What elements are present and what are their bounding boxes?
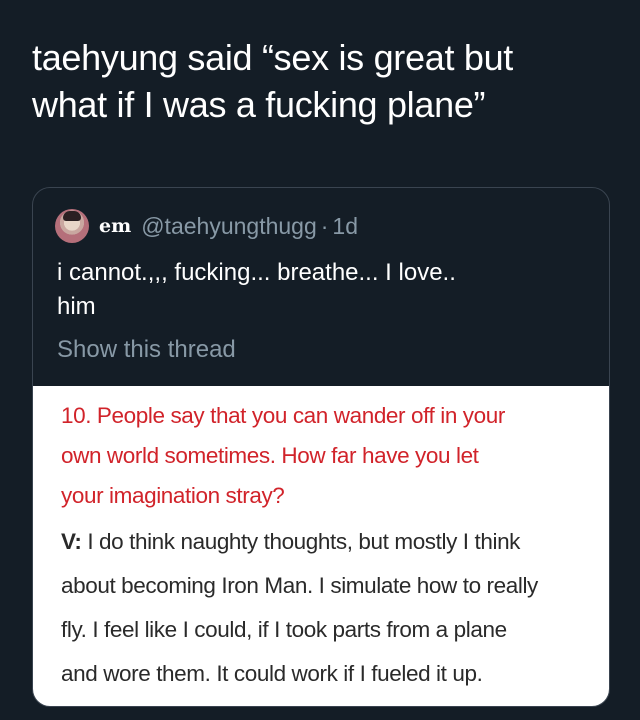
show-thread-link[interactable]: Show this thread — [57, 336, 236, 364]
tweet-text: taehyung said “sex is great but what if … — [32, 34, 612, 128]
separator-dot: · — [320, 212, 329, 239]
timestamp[interactable]: 1d — [332, 213, 358, 240]
tweet-text-line-2: what if I was a fucking plane” — [32, 84, 486, 125]
quoted-tweet-card[interactable]: em @taehyungthugg · 1d i cannot.,,, fuck… — [32, 187, 610, 707]
tweet-page: taehyung said “sex is great but what if … — [0, 0, 640, 720]
quoted-tweet-header: em @taehyungthugg · 1d — [55, 208, 358, 244]
answer-speaker: V: — [61, 529, 82, 554]
quoted-tweet-text-line-1: i cannot.,,, fucking... breathe... I lov… — [57, 259, 456, 286]
attached-image[interactable]: 10. People say that you can wander off i… — [33, 386, 609, 706]
answer-line: about becoming Iron Man. I simulate how … — [61, 573, 538, 598]
interview-question: 10. People say that you can wander off i… — [61, 396, 591, 516]
answer-line: V: I do think naughty thoughts, but most… — [61, 520, 596, 564]
interview-answer: V: I do think naughty thoughts, but most… — [61, 520, 596, 696]
avatar[interactable] — [55, 209, 89, 243]
quoted-tweet-text-line-2: him — [57, 293, 96, 320]
tweet-text-line-1: taehyung said “sex is great but — [32, 37, 513, 78]
answer-line-text: I do think naughty thoughts, but mostly … — [81, 529, 521, 554]
user-handle[interactable]: @taehyungthugg — [141, 213, 317, 240]
answer-line: and wore them. It could work if I fueled… — [61, 661, 483, 686]
question-line: your imagination stray? — [61, 483, 285, 508]
answer-line: fly. I feel like I could, if I took part… — [61, 617, 507, 642]
display-name[interactable]: em — [99, 215, 131, 237]
quoted-tweet-text: i cannot.,,, fucking... breathe... I lov… — [57, 256, 577, 324]
question-line: 10. People say that you can wander off i… — [61, 403, 505, 428]
question-line: own world sometimes. How far have you le… — [61, 443, 479, 468]
